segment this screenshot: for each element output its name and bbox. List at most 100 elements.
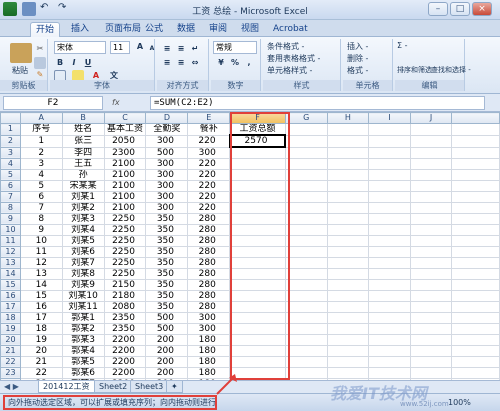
cell[interactable] — [409, 157, 453, 170]
cell[interactable] — [326, 168, 370, 181]
cell[interactable] — [284, 168, 328, 181]
align-left-icon[interactable]: ≡ — [161, 57, 173, 69]
cell[interactable] — [326, 223, 370, 236]
cell[interactable] — [229, 333, 286, 346]
cell[interactable]: 300 — [187, 311, 231, 324]
cell[interactable]: 220 — [187, 201, 231, 214]
cell[interactable]: 200 — [145, 366, 189, 379]
sheet-tab[interactable]: 201412工资 — [38, 381, 95, 393]
cell[interactable] — [229, 146, 286, 159]
cell[interactable]: 280 — [187, 223, 231, 236]
cell[interactable]: 200 — [145, 333, 189, 346]
cell[interactable]: 300 — [145, 157, 189, 170]
cell[interactable]: 350 — [145, 278, 189, 291]
cell[interactable] — [229, 322, 286, 335]
cell[interactable] — [326, 311, 370, 324]
cell[interactable] — [368, 123, 411, 136]
format-button[interactable]: 格式 - — [347, 65, 368, 76]
column-header[interactable]: H — [326, 112, 370, 124]
cell[interactable] — [229, 289, 286, 302]
cell[interactable] — [451, 168, 500, 181]
cell[interactable] — [451, 212, 500, 225]
cell[interactable]: 280 — [187, 267, 231, 280]
currency-icon[interactable]: ¥ — [215, 57, 227, 69]
cell[interactable] — [229, 256, 286, 269]
cell[interactable]: 2180 — [103, 289, 147, 302]
cell[interactable]: 13 — [19, 267, 63, 280]
cell[interactable]: 2 — [19, 146, 63, 159]
cut-icon[interactable]: ✂ — [34, 43, 46, 55]
cell[interactable] — [284, 179, 328, 192]
cell[interactable]: 220 — [187, 134, 231, 148]
cell[interactable]: 300 — [145, 134, 189, 148]
cell[interactable] — [284, 234, 328, 247]
cell[interactable] — [284, 300, 328, 313]
cell[interactable] — [409, 168, 453, 181]
cell[interactable] — [451, 267, 500, 280]
cell[interactable] — [229, 344, 286, 357]
cell[interactable]: 500 — [145, 322, 189, 335]
number-format-select[interactable]: 常规 — [213, 41, 257, 54]
cell[interactable] — [451, 311, 500, 324]
cell[interactable]: 刘某1 — [61, 190, 105, 203]
cell[interactable] — [409, 234, 453, 247]
cell[interactable]: 全勤奖 — [145, 123, 189, 136]
new-sheet-icon[interactable]: ✦ — [166, 381, 183, 393]
cell[interactable]: 郭某5 — [61, 355, 105, 368]
cell[interactable]: 2350 — [103, 322, 147, 335]
cell[interactable]: 350 — [145, 212, 189, 225]
cell[interactable] — [229, 201, 286, 214]
cell[interactable] — [409, 278, 453, 291]
cell[interactable]: 350 — [145, 223, 189, 236]
tab-insert[interactable]: 插入 — [66, 22, 94, 37]
cell[interactable] — [326, 245, 370, 258]
cell[interactable] — [368, 157, 411, 170]
cell[interactable] — [409, 146, 453, 159]
cell[interactable]: 5 — [19, 179, 63, 192]
name-box[interactable]: F2 — [3, 96, 103, 110]
cell[interactable]: 200 — [145, 344, 189, 357]
cell[interactable]: 郭某6 — [61, 366, 105, 379]
cell[interactable] — [326, 201, 370, 214]
cell[interactable] — [326, 146, 370, 159]
cell[interactable]: 2100 — [103, 157, 147, 170]
cell[interactable] — [284, 146, 328, 159]
cell[interactable]: 郭某4 — [61, 344, 105, 357]
cell[interactable] — [284, 333, 328, 346]
cell[interactable]: 280 — [187, 300, 231, 313]
cell[interactable]: 王五 — [61, 157, 105, 170]
cell[interactable]: 刘某5 — [61, 234, 105, 247]
cell[interactable] — [284, 223, 328, 236]
cell[interactable]: 2250 — [103, 234, 147, 247]
row-header[interactable]: 16 — [0, 289, 21, 302]
cell[interactable]: 2150 — [103, 278, 147, 291]
cell[interactable] — [284, 134, 328, 148]
cell[interactable]: 180 — [187, 344, 231, 357]
cell[interactable]: 2100 — [103, 168, 147, 181]
cell[interactable] — [284, 366, 328, 379]
cell[interactable] — [368, 245, 411, 258]
row-header[interactable]: 3 — [0, 146, 21, 159]
row-header[interactable]: 23 — [0, 366, 21, 379]
autosum-button[interactable]: Σ - — [397, 41, 407, 50]
cell[interactable]: 220 — [187, 190, 231, 203]
row-header[interactable]: 9 — [0, 212, 21, 225]
cell[interactable]: 500 — [145, 146, 189, 159]
cell[interactable] — [326, 322, 370, 335]
column-header[interactable]: A — [19, 112, 63, 124]
select-all-corner[interactable] — [0, 112, 21, 124]
row-header[interactable]: 4 — [0, 157, 21, 170]
format-as-table-button[interactable]: 套用表格格式 - — [267, 53, 320, 64]
cell[interactable]: 刘某3 — [61, 212, 105, 225]
cell[interactable]: 2200 — [103, 366, 147, 379]
align-center-icon[interactable]: ≡ — [175, 57, 187, 69]
cell[interactable]: 2050 — [103, 134, 147, 148]
cell[interactable] — [409, 344, 453, 357]
cell[interactable] — [284, 256, 328, 269]
cell[interactable]: 20 — [19, 344, 63, 357]
cell[interactable]: 280 — [187, 289, 231, 302]
cell[interactable]: 刘某8 — [61, 267, 105, 280]
cell[interactable]: 刘某9 — [61, 278, 105, 291]
row-header[interactable]: 10 — [0, 223, 21, 236]
cell[interactable]: 14 — [19, 278, 63, 291]
